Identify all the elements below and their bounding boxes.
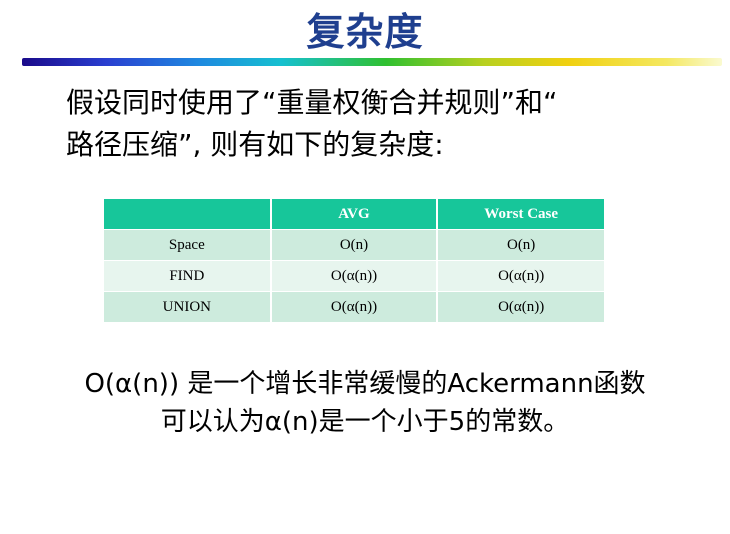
header-cell-worst-case: Worst Case — [436, 198, 604, 230]
title-underline-gradient — [22, 58, 722, 66]
table-header-row: AVG Worst Case — [104, 198, 604, 230]
table-row: FIND O(α(n)) O(α(n)) — [104, 260, 604, 292]
cell-union-avg: O(α(n)) — [269, 291, 438, 322]
header-cell-empty — [104, 198, 271, 230]
row-label-find: FIND — [104, 260, 271, 292]
note-line-1: O(α(n)) 是一个增长非常缓慢的Ackermann函数 — [84, 369, 646, 399]
intro-line-2: 路径压缩”, 则有如下的复杂度: — [66, 128, 444, 161]
intro-line-1: 假设同时使用了“重量权衡合并规则”和“ — [66, 86, 558, 119]
cell-space-worst: O(n) — [436, 229, 604, 261]
note-line-2: 可以认为α(n)是一个小于5的常数。 — [160, 407, 570, 437]
slide-title: 复杂度 — [306, 10, 424, 54]
cell-find-worst: O(α(n)) — [436, 260, 604, 292]
table-row: Space O(n) O(n) — [104, 229, 604, 261]
cell-space-avg: O(n) — [269, 229, 438, 261]
row-label-union: UNION — [104, 291, 271, 322]
table-row: UNION O(α(n)) O(α(n)) — [104, 291, 604, 322]
row-label-space: Space — [104, 229, 271, 261]
intro-paragraph: 假设同时使用了“重量权衡合并规则”和“ 路径压缩”, 则有如下的复杂度: — [66, 82, 706, 166]
cell-union-worst: O(α(n)) — [436, 291, 604, 322]
header-cell-avg: AVG — [269, 198, 438, 230]
complexity-table: AVG Worst Case Space O(n) O(n) FIND O(α(… — [104, 198, 604, 322]
cell-find-avg: O(α(n)) — [269, 260, 438, 292]
